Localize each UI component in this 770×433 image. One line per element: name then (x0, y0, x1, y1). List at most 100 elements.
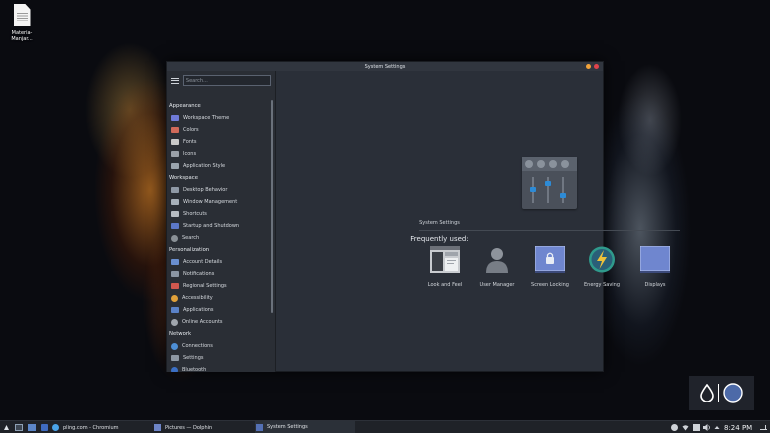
text-file-icon (13, 4, 31, 26)
application-launcher-button[interactable] (3, 424, 10, 431)
task-label: System Settings (267, 424, 308, 430)
network-tray-icon[interactable] (682, 424, 689, 431)
tile-user-manager[interactable]: User Manager (471, 246, 523, 288)
sidebar-item-accessibility[interactable]: Accessibility (167, 292, 269, 304)
sidebar-item-label: Applications (183, 307, 214, 313)
screen-locking-icon (534, 245, 566, 273)
system-settings-hero-icon (522, 157, 577, 209)
category-header: Network (169, 331, 192, 337)
workspace-theme-icon (171, 115, 179, 121)
close-button[interactable] (594, 64, 599, 69)
sidebar-item-colors[interactable]: Colors (167, 124, 269, 136)
tile-label: Energy Saving (583, 282, 621, 288)
fonts-icon (171, 139, 179, 145)
sidebar-item-connections[interactable]: Connections (167, 340, 269, 352)
settings-launcher-icon[interactable] (41, 424, 48, 431)
sidebar-item-bluetooth[interactable]: Bluetooth (167, 364, 269, 372)
hero-label: System Settings (419, 220, 460, 226)
clock[interactable]: 8:24 PM (724, 424, 752, 432)
task-label: Pictures — Dolphin (165, 424, 213, 431)
desktop-file-icon[interactable]: Materia-Manjar... (6, 4, 38, 42)
bluetooth-icon (171, 366, 178, 372)
minimize-button[interactable] (586, 64, 591, 69)
show-desktop-icon[interactable] (15, 424, 23, 431)
volume-tray-icon[interactable] (703, 424, 711, 431)
settings-sidebar: Appearance Workspace Theme Colors Fonts Icon… (167, 71, 276, 372)
clipboard-tray-icon[interactable] (693, 424, 700, 431)
category-header: Personalization (169, 247, 210, 253)
window-management-icon (171, 199, 179, 205)
sidebar-item-label: Workspace Theme (183, 115, 230, 121)
tile-energy-saving[interactable]: Energy Saving (576, 246, 628, 288)
category-header: Workspace (169, 175, 198, 181)
search-input[interactable] (182, 75, 271, 86)
sidebar-item-regional-settings[interactable]: Regional Settings (167, 280, 269, 292)
colors-icon (171, 127, 179, 133)
tile-label: User Manager (479, 282, 515, 288)
sidebar-item-label: Settings (183, 355, 204, 361)
sidebar-item-application-style[interactable]: Application Style (167, 160, 269, 172)
sidebar-item-window-management[interactable]: Window Management (167, 196, 269, 208)
icons-icon (171, 151, 179, 157)
sidebar-item-applications[interactable]: Applications (167, 304, 269, 316)
sidebar-item-notifications[interactable]: Notifications (167, 268, 269, 280)
divider (419, 230, 680, 231)
sidebar-item-fonts[interactable]: Fonts (167, 136, 269, 148)
drop-icon (700, 384, 714, 402)
application-style-icon (171, 163, 179, 169)
sidebar-item-online-accounts[interactable]: Online Accounts (167, 316, 269, 328)
connections-icon (171, 342, 178, 350)
desktop-behavior-icon (171, 187, 179, 193)
system-settings-window[interactable]: System Settings Appearance Workspace Them… (166, 61, 680, 372)
hamburger-menu-icon[interactable] (171, 77, 179, 84)
sidebar-item-label: Application Style (183, 163, 226, 169)
sidebar-item-label: Account Details (183, 259, 223, 265)
sidebar-category-list: Appearance Workspace Theme Colors Fonts Icon… (167, 100, 269, 372)
sidebar-item-search[interactable]: Search (167, 232, 269, 244)
watermark-logo (689, 376, 754, 410)
tile-label: Screen Locking (531, 282, 569, 288)
sidebar-item-label: Accessibility (182, 295, 213, 301)
sidebar-scrollbar[interactable] (271, 100, 273, 313)
sidebar-item-startup-and-shutdown[interactable]: Startup and Shutdown (167, 220, 269, 232)
category-header: Appearance (169, 103, 201, 109)
tile-look-and-feel[interactable]: Look and Feel (419, 246, 471, 288)
applications-icon (171, 307, 179, 313)
sidebar-item-label: Icons (183, 151, 197, 157)
task-chromium[interactable]: pling.com - Chromium (52, 421, 152, 433)
expand-tray-icon[interactable] (714, 424, 720, 431)
dolphin-launcher-icon[interactable] (28, 424, 36, 431)
sidebar-item-desktop-behavior[interactable]: Desktop Behavior (167, 184, 269, 196)
tile-displays[interactable]: Displays (629, 245, 681, 288)
account-details-icon (171, 259, 179, 265)
tile-label: Displays (644, 282, 666, 288)
panel-options-icon[interactable] (760, 424, 767, 431)
updates-tray-icon[interactable] (671, 424, 678, 431)
sidebar-item-settings[interactable]: Settings (167, 352, 269, 364)
sidebar-item-label: Desktop Behavior (183, 187, 228, 193)
displays-icon (639, 245, 671, 273)
system-settings-icon (256, 423, 263, 431)
dolphin-icon (154, 424, 161, 431)
sidebar-item-account-details[interactable]: Account Details (167, 256, 269, 268)
taskbar: pling.com - Chromium Pictures — Dolphin … (0, 420, 770, 433)
sidebar-item-workspace-theme[interactable]: Workspace Theme (167, 112, 269, 124)
task-dolphin[interactable]: Pictures — Dolphin (154, 421, 254, 433)
sidebar-item-icons[interactable]: Icons (167, 148, 269, 160)
window-titlebar[interactable]: System Settings (167, 62, 603, 71)
energy-saving-icon (587, 246, 617, 273)
shortcuts-icon (171, 211, 179, 217)
sidebar-item-label: Startup and Shutdown (183, 223, 240, 229)
window-title: System Settings (364, 63, 406, 70)
sidebar-item-label: Online Accounts (182, 319, 223, 325)
tile-screen-locking[interactable]: Screen Locking (524, 245, 576, 288)
task-system-settings[interactable]: System Settings (255, 421, 355, 433)
circle-logo-icon (723, 383, 743, 403)
sidebar-item-label: Window Management (183, 199, 238, 205)
regional-settings-icon (171, 283, 179, 289)
accessibility-icon (171, 294, 178, 302)
startup-shutdown-icon (171, 223, 179, 229)
online-accounts-icon (171, 318, 178, 326)
frequently-used-heading: Frequently used: (410, 235, 469, 243)
sidebar-item-shortcuts[interactable]: Shortcuts (167, 208, 269, 220)
